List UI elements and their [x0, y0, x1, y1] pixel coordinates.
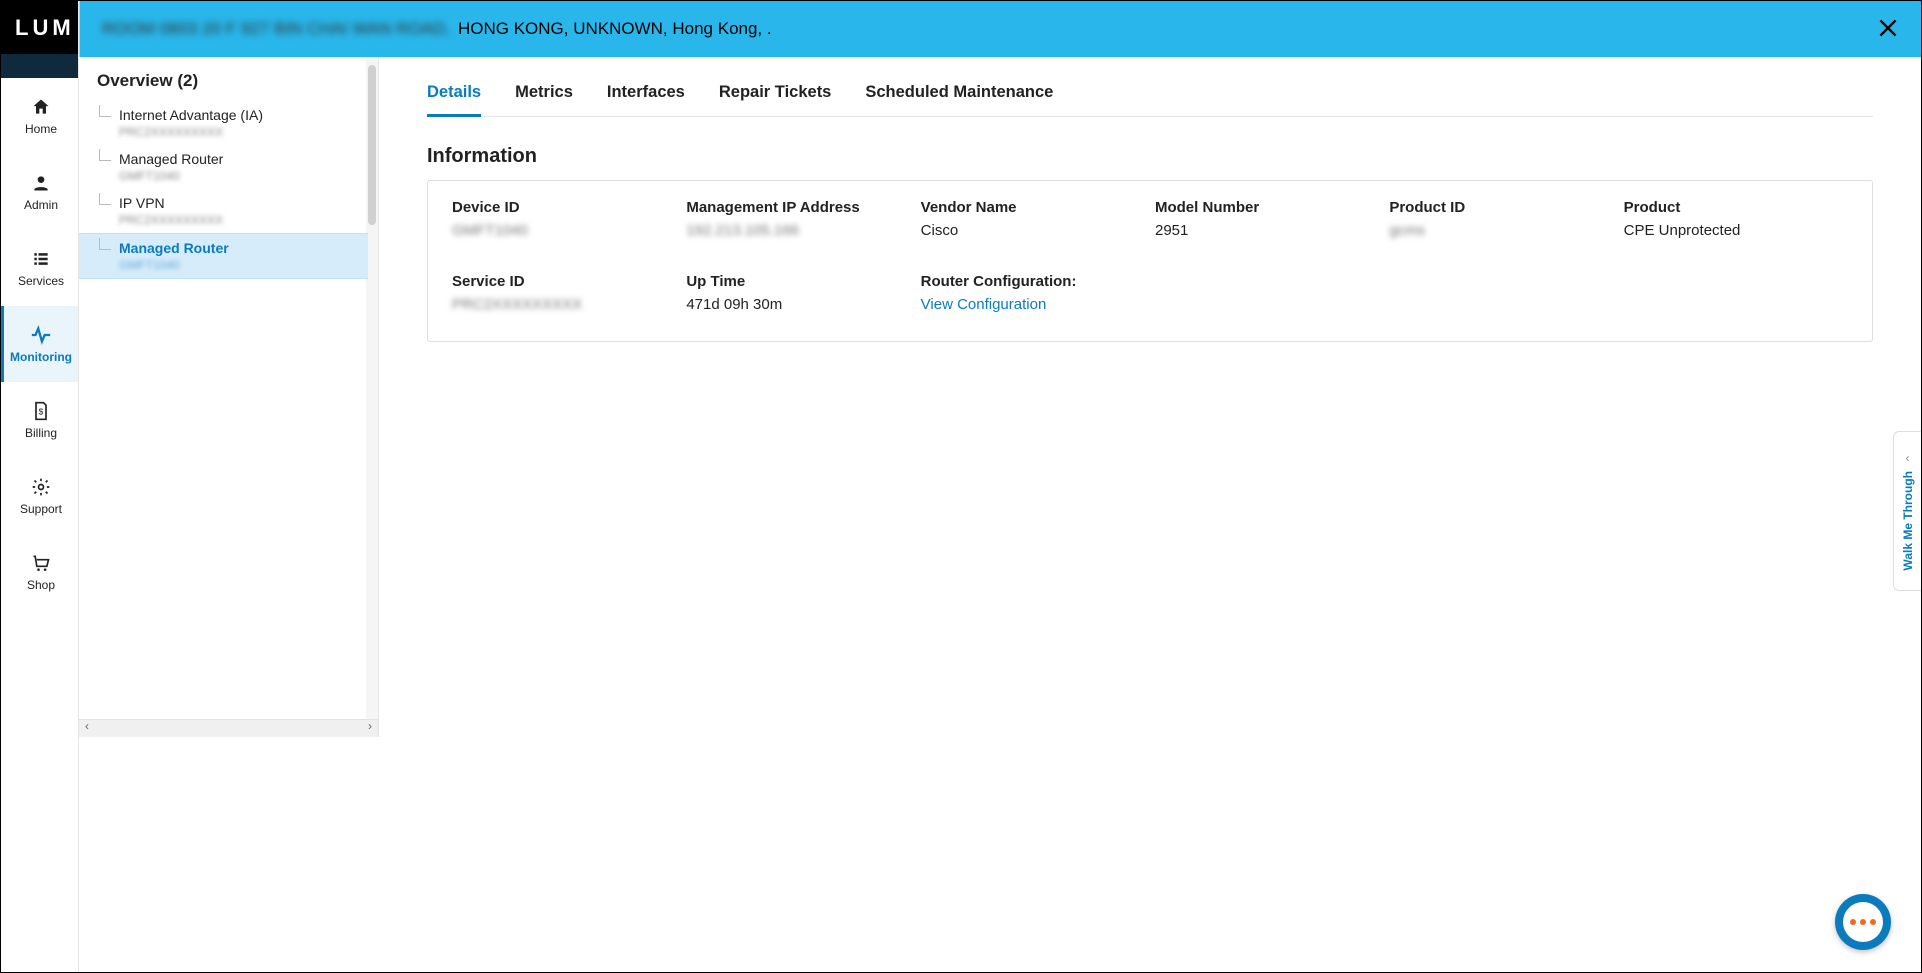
tree-horizontal-scrollbar[interactable]	[79, 719, 378, 737]
location-prefix: ROOM 0803 20 F 927 BIN CHAI WAN ROAD,	[102, 19, 450, 39]
svg-text:$: $	[39, 406, 44, 416]
nav-item-admin[interactable]: Admin	[1, 154, 78, 230]
overview-title: Overview (2)	[97, 71, 368, 91]
nav-label: Shop	[27, 578, 55, 592]
tree-node-managed-router-1[interactable]: Managed Router GMFT1040	[97, 145, 368, 189]
information-card: Device ID GMFT1040 Management IP Address…	[427, 180, 1873, 342]
tree-node-managed-router-2[interactable]: Managed Router GMFT1040	[79, 233, 368, 279]
chat-icon	[1843, 902, 1883, 942]
field-router-config: Router Configuration: View Configuration	[921, 273, 1145, 313]
field-model-number: Model Number 2951	[1155, 199, 1379, 239]
field-uptime: Up Time 471d 09h 30m	[686, 273, 910, 313]
tab-metrics[interactable]: Metrics	[515, 83, 573, 116]
main-content: Details Metrics Interfaces Repair Ticket…	[379, 57, 1921, 972]
nav-label: Home	[25, 122, 57, 136]
view-configuration-link[interactable]: View Configuration	[921, 296, 1047, 313]
gear-icon	[30, 476, 52, 498]
header-dark-band	[1, 54, 78, 78]
chat-button[interactable]	[1835, 894, 1891, 950]
field-product-id: Product ID gcms	[1389, 199, 1613, 239]
nav-label: Billing	[25, 426, 57, 440]
close-button[interactable]	[1875, 15, 1901, 41]
location-header: ROOM 0803 20 F 927 BIN CHAI WAN ROAD, HO…	[79, 1, 1921, 57]
nav-label: Admin	[24, 198, 58, 212]
brand-logo: LUM	[1, 1, 78, 54]
field-product: Product CPE Unprotected	[1624, 199, 1848, 239]
pulse-icon	[30, 324, 52, 346]
list-icon	[30, 248, 52, 270]
walk-me-through-tab[interactable]: ‹ Walk Me Through	[1893, 431, 1921, 591]
tree-node-ip-vpn[interactable]: IP VPN PRC2XXXXXXXXX	[97, 189, 368, 233]
field-device-id: Device ID GMFT1040	[452, 199, 676, 239]
tab-details[interactable]: Details	[427, 83, 481, 117]
nav-item-services[interactable]: Services	[1, 230, 78, 306]
field-vendor-name: Vendor Name Cisco	[921, 199, 1145, 239]
nav-item-billing[interactable]: $ Billing	[1, 382, 78, 458]
field-service-id: Service ID PRC2XXXXXXXXX	[452, 273, 676, 313]
nav-item-monitoring[interactable]: Monitoring	[1, 306, 78, 382]
left-navigation: LUM Home Admin Services Monitoring $ Bil…	[1, 1, 79, 972]
home-icon	[30, 96, 52, 118]
tab-bar: Details Metrics Interfaces Repair Ticket…	[427, 57, 1873, 117]
information-heading: Information	[427, 145, 1873, 168]
tab-scheduled-maintenance[interactable]: Scheduled Maintenance	[865, 83, 1053, 116]
location-suffix: HONG KONG, UNKNOWN, Hong Kong, .	[458, 19, 772, 39]
tab-repair-tickets[interactable]: Repair Tickets	[719, 83, 832, 116]
field-management-ip: Management IP Address 192.213.105.166	[686, 199, 910, 239]
overview-tree-panel: Overview (2) Internet Advantage (IA) PRC…	[79, 57, 379, 737]
person-icon	[30, 172, 52, 194]
cart-icon	[30, 552, 52, 574]
nav-label: Monitoring	[10, 350, 72, 364]
nav-item-home[interactable]: Home	[1, 78, 78, 154]
tab-interfaces[interactable]: Interfaces	[607, 83, 685, 116]
tree-node-internet-advantage[interactable]: Internet Advantage (IA) PRC2XXXXXXXXX	[97, 101, 368, 145]
nav-item-support[interactable]: Support	[1, 458, 78, 534]
nav-label: Services	[18, 274, 64, 288]
chevron-left-icon: ‹	[1906, 451, 1910, 465]
nav-label: Support	[20, 502, 62, 516]
invoice-icon: $	[30, 400, 52, 422]
nav-item-shop[interactable]: Shop	[1, 534, 78, 610]
